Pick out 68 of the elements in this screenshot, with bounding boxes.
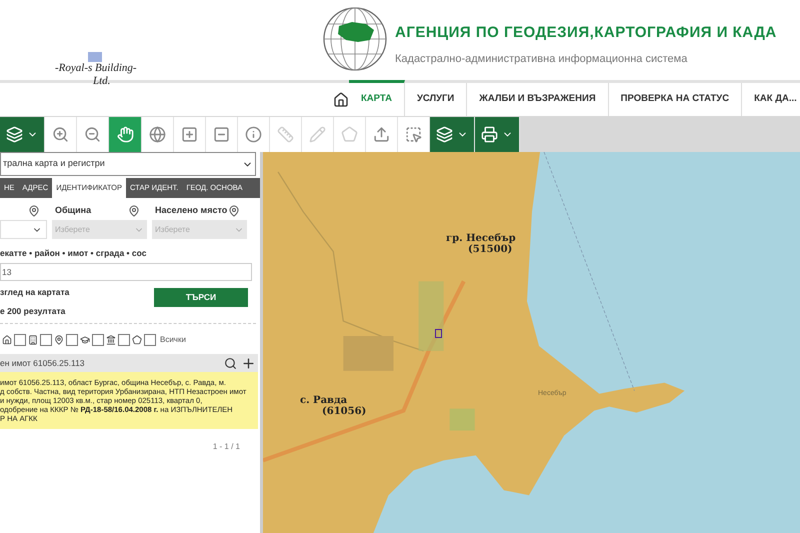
home-icon <box>333 92 349 108</box>
rectangle-minus-icon <box>213 126 230 143</box>
filter-checkbox[interactable] <box>66 334 78 346</box>
toolbar-button[interactable] <box>206 117 238 152</box>
agency-title: АГЕНЦИЯ ПО ГЕОДЕЗИЯ,КАРТОГРАФИЯ И КАДА <box>395 23 777 43</box>
settlement-code: (61056) <box>321 406 366 417</box>
system-subtitle: Кадастрално-административна информационна система <box>395 52 688 66</box>
monument-icon <box>106 335 116 346</box>
settlement-name: гр. Несебър <box>446 233 516 244</box>
add-icon[interactable] <box>241 356 256 371</box>
all-label: Всички <box>160 334 186 346</box>
polygon-icon <box>341 126 358 143</box>
field-label: Населено място <box>155 204 228 217</box>
toolbar-button[interactable] <box>366 117 398 152</box>
house-icon <box>2 335 12 346</box>
source-select[interactable]: трална карта и регистри <box>0 152 256 176</box>
search-button[interactable]: ТЪРСИ <box>154 288 248 307</box>
toolbar-button[interactable] <box>238 117 270 152</box>
hand-icon <box>116 126 134 143</box>
rectangle-plus-icon <box>181 126 198 143</box>
filter-checkbox[interactable] <box>118 334 130 346</box>
toolbar-button[interactable] <box>475 117 520 152</box>
identifier-label: екатте • район • имот • сграда • сос <box>0 247 148 260</box>
toolbar-button[interactable] <box>142 117 174 152</box>
field-label: Община <box>55 204 92 217</box>
option-label: зглед на картата <box>0 286 70 298</box>
settlement-code: (51500) <box>468 244 512 255</box>
toolbar-button[interactable] <box>109 117 142 152</box>
filter-checkbox[interactable] <box>14 334 26 346</box>
filter-checkbox[interactable] <box>40 334 52 346</box>
toolbar-button[interactable] <box>398 117 430 152</box>
filter-checkbox[interactable] <box>144 334 156 346</box>
pencil-icon <box>309 126 326 143</box>
identifier-input[interactable]: 13 <box>0 262 252 281</box>
pin-icon <box>28 204 40 216</box>
pin-icon <box>228 204 240 216</box>
select-field[interactable] <box>0 220 47 239</box>
pagination: 1 - 1 / 1 <box>212 441 240 454</box>
company-name: -Royal-s Building- <box>55 62 137 75</box>
pin-icon <box>128 204 140 216</box>
globe-icon <box>149 126 166 143</box>
globe-logo-icon <box>322 6 388 72</box>
layers-icon <box>6 126 23 143</box>
printer-icon <box>481 126 498 143</box>
toolbar-button[interactable] <box>174 117 206 152</box>
logo-mark-icon <box>88 52 102 62</box>
company-suffix: Ltd. <box>93 75 110 88</box>
layers-icon <box>436 126 453 143</box>
option-label: е 200 резултата <box>0 304 66 318</box>
ruler-icon <box>277 126 294 143</box>
toolbar-button[interactable] <box>77 117 109 152</box>
parcel-outline <box>435 329 442 338</box>
polygon-icon <box>132 335 142 346</box>
result-title: ен имот 61056.25.113 <box>0 356 85 370</box>
cap-icon <box>80 335 90 346</box>
zoom-out-icon <box>84 126 101 143</box>
filter-checkbox[interactable] <box>92 334 104 346</box>
building-icon <box>28 335 38 346</box>
search-icon[interactable] <box>224 356 237 370</box>
upload-icon <box>373 126 390 143</box>
pin-icon <box>54 335 64 346</box>
toolbar-button[interactable] <box>0 117 45 152</box>
toolbar-button[interactable] <box>45 117 77 152</box>
dashed-selection-icon <box>405 126 422 143</box>
toolbar-button[interactable] <box>430 117 475 152</box>
settlement-name: с. Равда <box>300 395 348 406</box>
info-icon <box>245 126 262 143</box>
zoom-in-icon <box>52 126 69 143</box>
